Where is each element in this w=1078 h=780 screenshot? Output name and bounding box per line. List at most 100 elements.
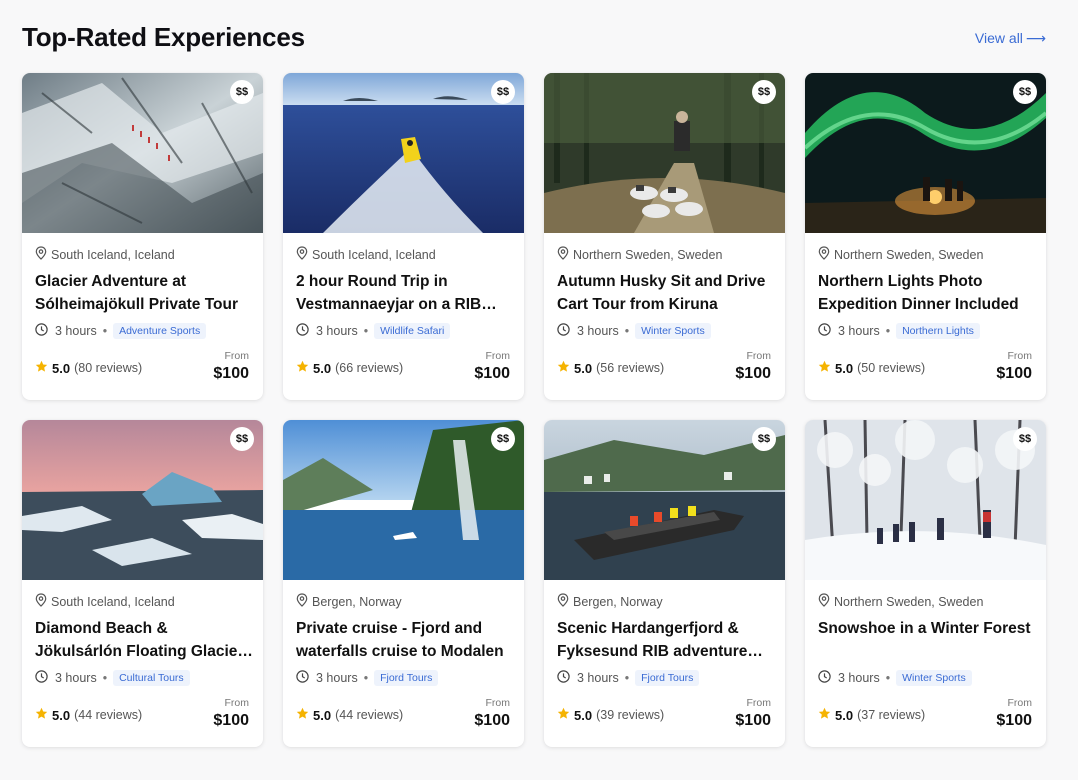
map-pin-icon xyxy=(818,246,834,263)
section-title: Top-Rated Experiences xyxy=(22,22,305,52)
experience-title[interactable]: Northern Lights Photo Expedition Dinner … xyxy=(818,270,1036,316)
category-tag[interactable]: Wildlife Safari xyxy=(374,323,451,339)
price-from-label: From xyxy=(485,697,511,709)
duration: 3 hours xyxy=(577,671,619,685)
category-tag[interactable]: Winter Sports xyxy=(896,670,972,686)
price-amount: $100 xyxy=(474,365,510,382)
clock-icon xyxy=(296,323,316,339)
experience-image: $$ xyxy=(805,73,1046,233)
experience-meta: 3 hours • Cultural Tours xyxy=(35,670,190,686)
view-all-label: View all xyxy=(974,30,1023,46)
experience-image: $$ xyxy=(283,73,524,233)
category-tag[interactable]: Fjord Tours xyxy=(374,670,439,686)
rating-score: 5.0 xyxy=(313,707,332,723)
price-amount: $100 xyxy=(213,365,249,382)
price-amount: $100 xyxy=(996,712,1032,729)
rating: 5.0 (50 reviews) xyxy=(818,360,925,376)
separator-dot: • xyxy=(102,671,108,685)
separator-dot: • xyxy=(363,671,369,685)
location-label: South Iceland, Iceland xyxy=(51,594,175,609)
rating-score: 5.0 xyxy=(835,707,854,723)
review-count: (44 reviews) xyxy=(335,708,404,722)
separator-dot: • xyxy=(885,324,891,338)
experience-card[interactable]: $$ Bergen, Norway Scenic Hardangerfjord … xyxy=(544,420,785,747)
price-level-badge: $$ xyxy=(491,80,515,104)
category-tag[interactable]: Northern Lights xyxy=(896,323,980,339)
duration: 3 hours xyxy=(316,324,358,338)
rating-score: 5.0 xyxy=(835,360,854,376)
price-from-label: From xyxy=(1007,697,1033,709)
star-icon xyxy=(296,707,313,723)
experience-image: $$ xyxy=(283,420,524,580)
price-level-badge: $$ xyxy=(230,80,254,104)
view-all-link[interactable]: View all ⟶ xyxy=(975,30,1046,47)
star-icon xyxy=(557,360,574,376)
experience-card[interactable]: $$ Northern Sweden, Sweden Northern Ligh… xyxy=(805,73,1046,400)
location-label: Bergen, Norway xyxy=(573,594,663,609)
experience-card[interactable]: $$ Northern Sweden, Sweden Autumn Husky … xyxy=(544,73,785,400)
rating: 5.0 (39 reviews) xyxy=(557,707,664,723)
experience-card[interactable]: $$ South Iceland, Iceland Diamond Beach … xyxy=(22,420,263,747)
map-pin-icon xyxy=(35,593,51,610)
star-icon xyxy=(35,360,52,376)
review-count: (50 reviews) xyxy=(857,361,926,375)
map-pin-icon xyxy=(35,246,51,263)
price-level-badge: $$ xyxy=(230,427,254,451)
location: South Iceland, Iceland xyxy=(35,246,175,263)
experience-card[interactable]: $$ South Iceland, Iceland Glacier Advent… xyxy=(22,73,263,400)
experience-title[interactable]: Private cruise - Fjord and waterfalls cr… xyxy=(296,617,514,663)
experience-title[interactable]: Diamond Beach & Jökulsárlón Floating Gla… xyxy=(35,617,253,663)
duration: 3 hours xyxy=(577,324,619,338)
review-count: (37 reviews) xyxy=(857,708,926,722)
experience-title[interactable]: 2 hour Round Trip in Vestmannaeyjar on a… xyxy=(296,270,514,316)
star-icon xyxy=(818,360,835,376)
star-icon xyxy=(557,707,574,723)
experience-card[interactable]: $$ Bergen, Norway Private cruise - Fjord… xyxy=(283,420,524,747)
rating-score: 5.0 xyxy=(574,360,593,376)
rating-score: 5.0 xyxy=(52,360,71,376)
price-amount: $100 xyxy=(735,712,771,729)
experience-image: $$ xyxy=(544,420,785,580)
location: Northern Sweden, Sweden xyxy=(818,593,983,610)
map-pin-icon xyxy=(296,593,312,610)
price-amount: $100 xyxy=(735,365,771,382)
rating-score: 5.0 xyxy=(574,707,593,723)
experience-card[interactable]: $$ Northern Sweden, Sweden Snowshoe in a… xyxy=(805,420,1046,747)
price-level-badge: $$ xyxy=(752,80,776,104)
rating: 5.0 (44 reviews) xyxy=(296,707,403,723)
clock-icon xyxy=(296,670,316,686)
duration: 3 hours xyxy=(55,324,97,338)
experience-title[interactable]: Snowshoe in a Winter Forest xyxy=(818,617,1036,663)
location-label: Northern Sweden, Sweden xyxy=(834,247,984,262)
category-tag[interactable]: Cultural Tours xyxy=(113,670,190,686)
location: Northern Sweden, Sweden xyxy=(818,246,983,263)
price-from-label: From xyxy=(746,350,772,362)
map-pin-icon xyxy=(818,593,834,610)
rating: 5.0 (44 reviews) xyxy=(35,707,142,723)
price-amount: $100 xyxy=(474,712,510,729)
review-count: (44 reviews) xyxy=(74,708,143,722)
price-from-label: From xyxy=(1007,350,1033,362)
duration: 3 hours xyxy=(316,671,358,685)
experience-title[interactable]: Scenic Hardangerfjord & Fyksesund RIB ad… xyxy=(557,617,775,663)
price-from-label: From xyxy=(224,350,250,362)
experience-meta: 3 hours • Adventure Sports xyxy=(35,323,207,339)
category-tag[interactable]: Fjord Tours xyxy=(635,670,700,686)
price-from-label: From xyxy=(224,697,250,709)
duration: 3 hours xyxy=(55,671,97,685)
experience-card[interactable]: $$ South Iceland, Iceland 2 hour Round T… xyxy=(283,73,524,400)
experience-title[interactable]: Autumn Husky Sit and Drive Cart Tour fro… xyxy=(557,270,775,316)
price-level-badge: $$ xyxy=(752,427,776,451)
experience-image: $$ xyxy=(805,420,1046,580)
experience-title[interactable]: Glacier Adventure at Sólheimajökull Priv… xyxy=(35,270,253,316)
star-icon xyxy=(296,360,313,376)
experience-meta: 3 hours • Northern Lights xyxy=(818,323,980,339)
location-label: Bergen, Norway xyxy=(312,594,402,609)
clock-icon xyxy=(557,323,577,339)
category-tag[interactable]: Winter Sports xyxy=(635,323,711,339)
review-count: (80 reviews) xyxy=(74,361,143,375)
separator-dot: • xyxy=(102,324,108,338)
location: Bergen, Norway xyxy=(557,593,663,610)
location: South Iceland, Iceland xyxy=(296,246,436,263)
category-tag[interactable]: Adventure Sports xyxy=(113,323,207,339)
